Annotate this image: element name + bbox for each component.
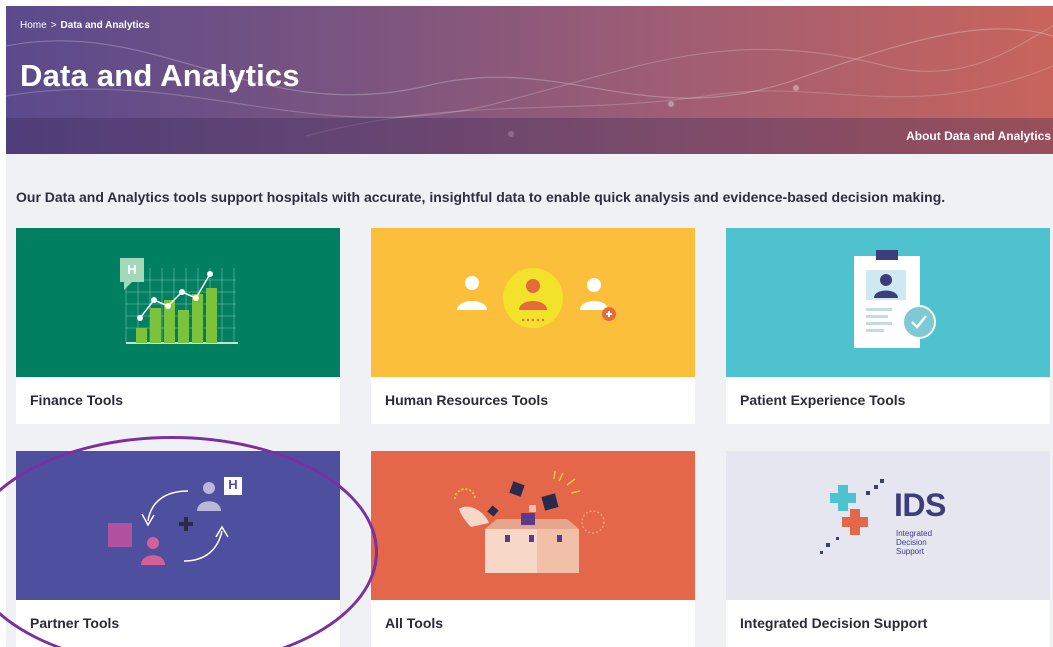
breadcrumb-current: Data and Analytics — [60, 20, 150, 31]
partner-tools-image: H — [16, 451, 340, 600]
ids-subtitle-line3: Support — [896, 547, 925, 556]
intro-text: Our Data and Analytics tools support hos… — [16, 189, 946, 205]
ids-subtitle: Integrated Decision Support — [896, 529, 932, 556]
card-human-resources-tools[interactable]: Human Resources Tools — [371, 228, 695, 424]
breadcrumb-separator: > — [50, 20, 57, 31]
partner-tools-label[interactable]: Partner Tools — [16, 600, 340, 647]
page-header-banner: Home > Data and Analytics Data and Analyti… — [6, 6, 1053, 154]
ids-acronym: IDS — [894, 487, 946, 523]
about-data-analytics-link[interactable]: About Data and Analytics — [906, 129, 1051, 143]
clipboard-check-icon — [854, 250, 936, 348]
integrated-decision-support-label[interactable]: Integrated Decision Support — [726, 600, 1050, 647]
header-subbar — [6, 118, 1053, 154]
human-resources-image — [371, 228, 695, 377]
breadcrumb: Home > Data and Analytics — [20, 20, 150, 31]
finance-tools-image: H — [16, 228, 340, 377]
breadcrumb-home-link[interactable]: Home — [20, 20, 47, 31]
card-integrated-decision-support[interactable]: IDS Integrated Decision Support Integrat… — [726, 451, 1050, 647]
card-finance-tools[interactable]: H Finance Tools — [16, 228, 340, 424]
all-tools-label[interactable]: All Tools — [371, 600, 695, 647]
finance-h-letter: H — [127, 262, 137, 277]
card-patient-experience-tools[interactable]: Patient Experience Tools — [726, 228, 1050, 424]
people-icon — [457, 268, 616, 328]
finance-chart-icon — [120, 258, 238, 344]
patient-experience-tools-label[interactable]: Patient Experience Tools — [726, 377, 1050, 424]
human-resources-tools-label[interactable]: Human Resources Tools — [371, 377, 695, 424]
card-partner-tools[interactable]: H Partner Tools — [16, 451, 340, 647]
ids-subtitle-line2: Decision — [896, 538, 927, 547]
open-box-icon — [454, 470, 605, 573]
ids-logo — [820, 479, 884, 554]
finance-tools-label[interactable]: Finance Tools — [16, 377, 340, 424]
patient-experience-image — [726, 228, 1050, 377]
ids-subtitle-line1: Integrated — [896, 529, 933, 538]
all-tools-image — [371, 451, 695, 600]
partner-h-letter: H — [228, 477, 238, 492]
page-title: Data and Analytics — [20, 58, 300, 93]
ids-image: IDS Integrated Decision Support — [726, 451, 1050, 600]
partner-exchange-icon — [108, 477, 242, 565]
card-all-tools[interactable]: All Tools — [371, 451, 695, 647]
